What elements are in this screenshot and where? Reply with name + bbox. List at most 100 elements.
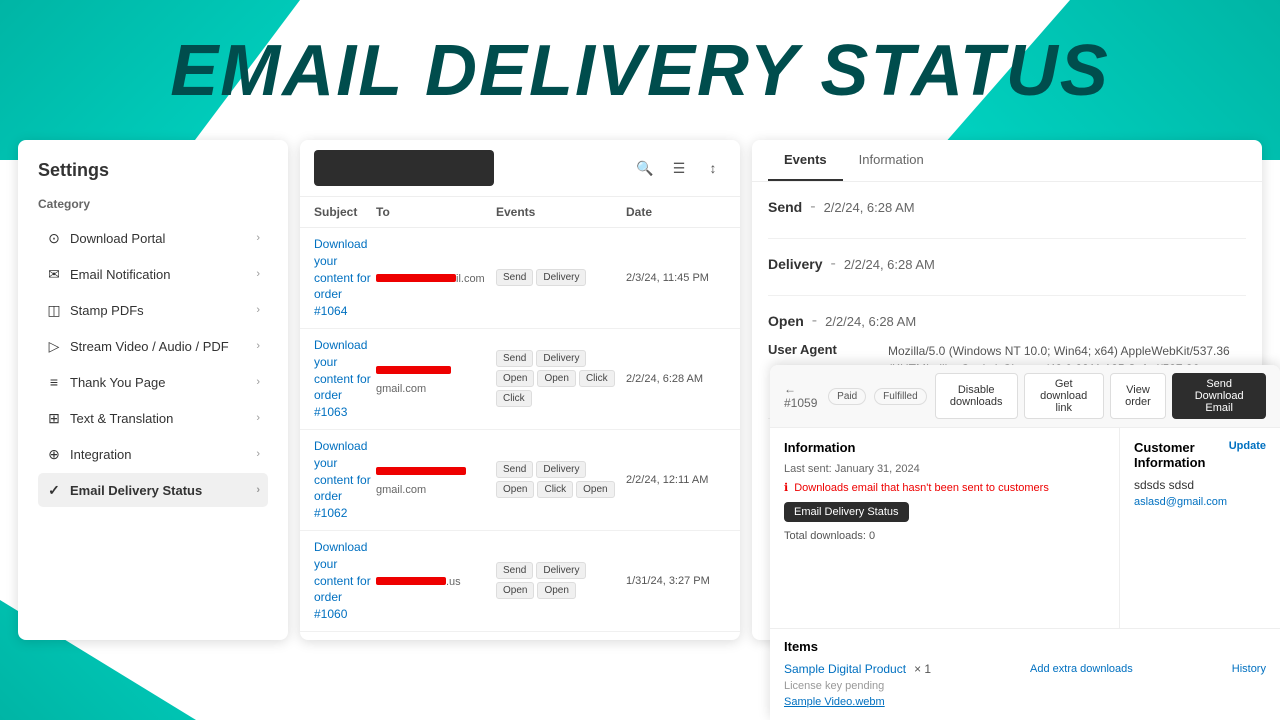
email-suffix: il.com bbox=[456, 273, 485, 285]
email-to-cell: il.com bbox=[376, 269, 496, 287]
status-fulfilled: Fulfilled bbox=[874, 388, 926, 405]
events-cell: SendDelivery bbox=[496, 269, 626, 286]
table-row[interactable]: Download your content for order #1059 gm… bbox=[300, 632, 740, 640]
event-badge-open: Open bbox=[576, 481, 614, 498]
email-subject-link[interactable]: Download your content for order #1064 bbox=[314, 236, 376, 320]
item-video-link[interactable]: Sample Video.webm bbox=[784, 696, 885, 708]
order-header: ← #1059 Paid Fulfilled Disable downloads… bbox=[770, 365, 1280, 428]
col-date: Date bbox=[626, 205, 726, 219]
table-row[interactable]: Download your content for order #1063 gm… bbox=[300, 329, 740, 430]
event-badge-delivery: Delivery bbox=[536, 461, 586, 478]
redacted-email bbox=[376, 274, 456, 282]
customer-info: Customer Information Update sdsds sdsd a… bbox=[1120, 428, 1280, 628]
table-row[interactable]: Download your content for order #1060 .u… bbox=[300, 531, 740, 632]
add-extra-downloads-link[interactable]: Add extra downloads bbox=[1030, 663, 1133, 675]
redacted-email bbox=[376, 467, 466, 475]
total-downloads: Total downloads: 0 bbox=[784, 530, 1105, 542]
tab-information[interactable]: Information bbox=[843, 140, 940, 181]
event-time: 2/2/24, 6:28 AM bbox=[844, 257, 935, 272]
send-download-email-btn[interactable]: Send Download Email bbox=[1172, 373, 1266, 419]
email-to-cell: gmail.com bbox=[376, 361, 496, 397]
email-subject-link[interactable]: Download your content for order #1063 bbox=[314, 337, 376, 421]
sort-icon[interactable]: ↕ bbox=[700, 155, 726, 181]
event-header: Open - 2/2/24, 6:28 AM bbox=[768, 312, 1246, 330]
col-subject: Subject bbox=[314, 205, 376, 219]
email-suffix: gmail.com bbox=[376, 383, 426, 395]
sidebar-item-text-translation[interactable]: ⊞ Text & Translation › bbox=[38, 401, 268, 435]
view-order-btn[interactable]: View order bbox=[1110, 373, 1167, 419]
email-list-header: 🔍 ☰ ↕ bbox=[300, 140, 740, 197]
email-subject-link[interactable]: Download your content for order #1062 bbox=[314, 438, 376, 522]
event-badge-click: Click bbox=[579, 370, 615, 387]
table-header: Subject To Events Date bbox=[300, 197, 740, 228]
email-subject-link[interactable]: Download your content for order #1060 bbox=[314, 539, 376, 623]
nav-chevron-thank-you-page: › bbox=[256, 376, 260, 388]
alert-icon: ℹ bbox=[784, 481, 788, 494]
table-row[interactable]: Download your content for order #1064 il… bbox=[300, 228, 740, 329]
order-info: Information Last sent: January 31, 2024 … bbox=[770, 428, 1120, 628]
sidebar-item-thank-you-page[interactable]: ≡ Thank You Page › bbox=[38, 365, 268, 399]
customer-info-label: Customer Information bbox=[1134, 440, 1229, 470]
order-actions: Disable downloads Get download link View… bbox=[935, 373, 1266, 419]
customer-update-link[interactable]: Update bbox=[1229, 440, 1266, 470]
order-body: Information Last sent: January 31, 2024 … bbox=[770, 428, 1280, 628]
sidebar-item-stream-video[interactable]: ▷ Stream Video / Audio / PDF › bbox=[38, 329, 268, 363]
sidebar-item-integration[interactable]: ⊕ Integration › bbox=[38, 437, 268, 471]
email-suffix: .us bbox=[446, 576, 461, 588]
history-link[interactable]: History bbox=[1232, 663, 1266, 675]
search-icon[interactable]: 🔍 bbox=[632, 155, 658, 181]
customer-name: sdsds sdsd bbox=[1134, 478, 1266, 492]
alert-row: ℹ Downloads email that hasn't been sent … bbox=[784, 481, 1105, 494]
items-title: Items bbox=[784, 639, 1266, 654]
nav-label-email-notification: Email Notification bbox=[70, 267, 170, 282]
filter-icon[interactable]: ☰ bbox=[666, 155, 692, 181]
col-to: To bbox=[376, 205, 496, 219]
status-paid: Paid bbox=[828, 388, 866, 405]
nav-chevron-stream-video: › bbox=[256, 340, 260, 352]
alert-text: Downloads email that hasn't been sent to… bbox=[794, 482, 1049, 494]
event-badge-delivery: Delivery bbox=[536, 269, 586, 286]
sidebar-item-email-notification[interactable]: ✉ Email Notification › bbox=[38, 257, 268, 291]
sidebar-item-stamp-pdfs[interactable]: ◫ Stamp PDFs › bbox=[38, 293, 268, 327]
customer-email[interactable]: aslasd@gmail.com bbox=[1134, 496, 1266, 508]
event-badge-open: Open bbox=[496, 582, 534, 599]
event-badge-send: Send bbox=[496, 461, 533, 478]
email-delivery-status-btn[interactable]: Email Delivery Status bbox=[784, 502, 909, 522]
get-download-link-btn[interactable]: Get download link bbox=[1024, 373, 1104, 419]
page-title: EMAIL DELIVERY STATUS bbox=[0, 30, 1280, 112]
settings-panel: Settings Category ⊙ Download Portal › ✉ … bbox=[18, 140, 288, 640]
item-row: Sample Digital Product × 1 Add extra dow… bbox=[784, 662, 1266, 676]
table-row[interactable]: Download your content for order #1062 gm… bbox=[300, 430, 740, 531]
item-qty: × 1 bbox=[914, 662, 931, 676]
back-button[interactable]: ← #1059 bbox=[784, 382, 820, 410]
item-link[interactable]: Sample Digital Product bbox=[784, 662, 906, 676]
event-badge-open: Open bbox=[537, 582, 575, 599]
nav-chevron-email-delivery-status: › bbox=[256, 484, 260, 496]
events-cell: SendDeliveryOpenOpenClickClick bbox=[496, 350, 626, 407]
nav-icon-email-notification: ✉ bbox=[46, 266, 62, 282]
nav-icon-stamp-pdfs: ◫ bbox=[46, 302, 62, 318]
email-to-cell: .us bbox=[376, 572, 496, 590]
sidebar-item-email-delivery-status[interactable]: ✓ Email Delivery Status › bbox=[38, 473, 268, 507]
event-badge-open: Open bbox=[496, 481, 534, 498]
tab-events[interactable]: Events bbox=[768, 140, 843, 181]
sidebar-item-download-portal[interactable]: ⊙ Download Portal › bbox=[38, 221, 268, 255]
event-badge-send: Send bbox=[496, 350, 533, 367]
disable-downloads-btn[interactable]: Disable downloads bbox=[935, 373, 1018, 419]
nav-icon-thank-you-page: ≡ bbox=[46, 374, 62, 390]
col-events: Events bbox=[496, 205, 626, 219]
redacted-email bbox=[376, 366, 451, 374]
last-sent: Last sent: January 31, 2024 bbox=[784, 463, 1105, 475]
nav-icon-text-translation: ⊞ bbox=[46, 410, 62, 426]
nav-label-stream-video: Stream Video / Audio / PDF bbox=[70, 339, 229, 354]
nav-icon-download-portal: ⊙ bbox=[46, 230, 62, 246]
event-badge-open: Open bbox=[537, 370, 575, 387]
email-list-panel: 🔍 ☰ ↕ Subject To Events Date Download yo… bbox=[300, 140, 740, 640]
nav-label-email-delivery-status: Email Delivery Status bbox=[70, 483, 202, 498]
nav-chevron-email-notification: › bbox=[256, 268, 260, 280]
email-to-cell: gmail.com bbox=[376, 462, 496, 498]
nav-chevron-text-translation: › bbox=[256, 412, 260, 424]
email-date: 2/2/24, 6:28 AM bbox=[626, 373, 726, 385]
event-badge-send: Send bbox=[496, 269, 533, 286]
event-type: Open bbox=[768, 313, 804, 329]
